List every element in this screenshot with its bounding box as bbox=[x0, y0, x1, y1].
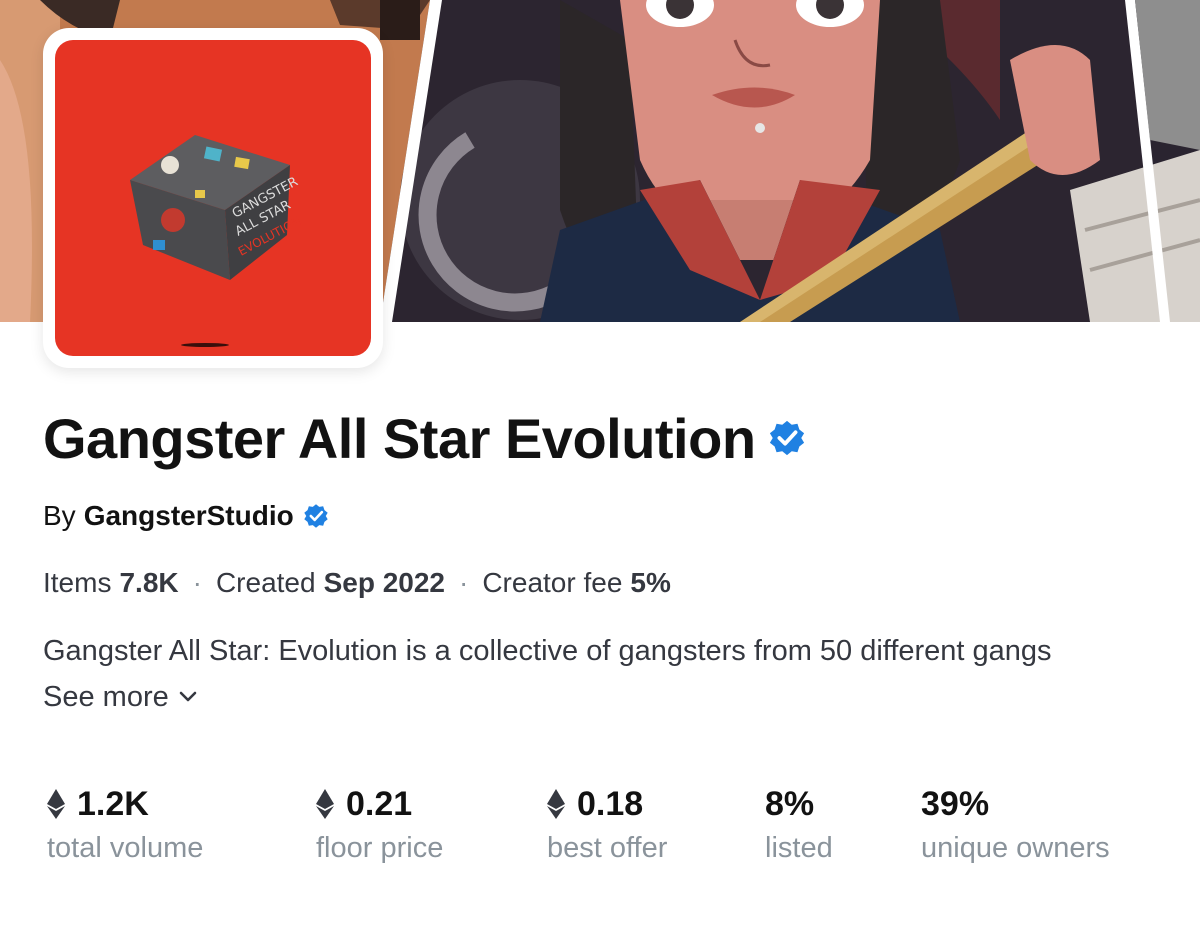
stat-value: 39% bbox=[921, 784, 990, 823]
see-more-label: See more bbox=[43, 680, 169, 713]
stat-value: 1.2K bbox=[77, 784, 149, 823]
collection-avatar-frame: GANGSTER ALL STAR EVOLUTION bbox=[43, 28, 383, 368]
chevron-down-icon bbox=[179, 691, 197, 702]
stat-value: 0.18 bbox=[577, 784, 644, 823]
stat-label: best offer bbox=[547, 832, 668, 864]
collection-meta: Items 7.8K · Created Sep 2022 · Creator … bbox=[43, 563, 671, 603]
stat-best-offer[interactable]: 0.18 best offer bbox=[547, 782, 667, 865]
meta-separator: · bbox=[459, 567, 469, 598]
collection-title: Gangster All Star Evolution bbox=[43, 406, 756, 470]
stat-label: floor price bbox=[316, 832, 444, 864]
stat-listed[interactable]: 8% listed bbox=[765, 782, 833, 865]
eth-icon bbox=[47, 789, 65, 819]
stat-total-volume[interactable]: 1.2K total volume bbox=[47, 782, 203, 865]
avatar-cube-graphic: GANGSTER ALL STAR EVOLUTION bbox=[130, 135, 303, 347]
collection-avatar: GANGSTER ALL STAR EVOLUTION bbox=[55, 40, 371, 356]
creator-verified-icon bbox=[304, 504, 328, 528]
items-label: Items bbox=[43, 567, 112, 598]
collection-title-row: Gangster All Star Evolution bbox=[43, 400, 806, 476]
stat-floor-price[interactable]: 0.21 floor price bbox=[316, 782, 443, 865]
by-label: By bbox=[43, 500, 76, 531]
see-more-button[interactable]: See more bbox=[43, 676, 197, 718]
created-value: Sep 2022 bbox=[323, 567, 445, 598]
creator-fee-value: 5% bbox=[630, 567, 671, 598]
stat-unique-owners[interactable]: 39% unique owners bbox=[921, 782, 1110, 865]
eth-icon bbox=[547, 789, 565, 819]
stat-label: unique owners bbox=[921, 832, 1110, 864]
meta-separator: · bbox=[192, 567, 202, 598]
creator-row: By GangsterStudio bbox=[43, 497, 329, 535]
collection-description: Gangster All Star: Evolution is a collec… bbox=[43, 635, 1052, 667]
created-label: Created bbox=[215, 567, 316, 598]
verified-badge-icon bbox=[769, 420, 804, 456]
stat-value: 8% bbox=[765, 784, 815, 823]
stat-value: 0.21 bbox=[346, 784, 413, 823]
stat-label: total volume bbox=[47, 832, 204, 864]
creator-fee-label: Creator fee bbox=[482, 567, 623, 598]
eth-icon bbox=[316, 789, 334, 819]
items-value: 7.8K bbox=[119, 567, 179, 598]
creator-link[interactable]: GangsterStudio bbox=[84, 500, 294, 532]
stat-label: listed bbox=[765, 832, 833, 864]
